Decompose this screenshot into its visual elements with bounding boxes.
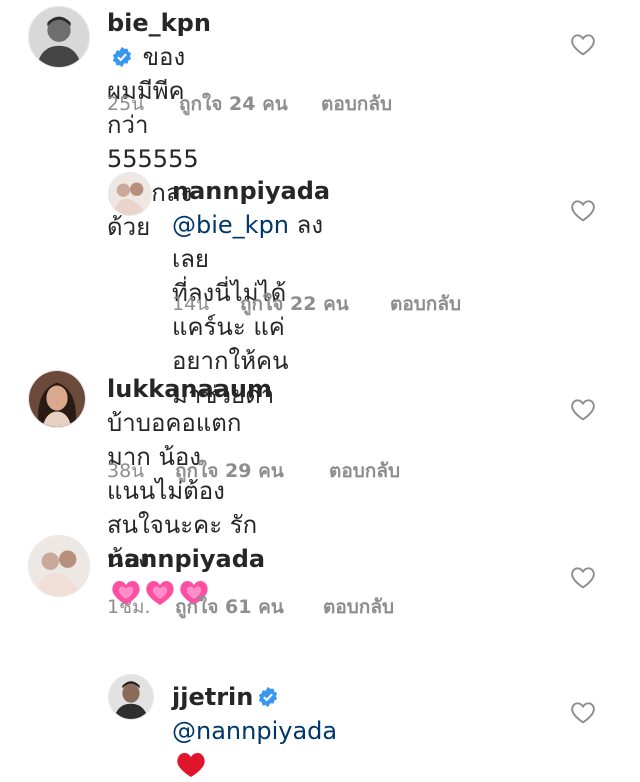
comment-time: 14น [172, 293, 210, 315]
likes-count[interactable]: ถูกใจ 29 คน [175, 456, 329, 486]
avatar[interactable] [28, 370, 86, 428]
like-heart-icon[interactable] [570, 198, 596, 222]
avatar[interactable] [108, 172, 152, 216]
avatar[interactable] [28, 6, 90, 68]
user-photo-icon [109, 173, 151, 215]
user-photo-icon [29, 536, 89, 596]
comment-username[interactable]: bie_kpn [107, 9, 211, 37]
comment-time: 1ชม. [107, 596, 151, 618]
reply-button[interactable]: ตอบกลับ [321, 89, 392, 119]
avatar[interactable] [28, 535, 90, 597]
comment-username[interactable]: nannpiyada [172, 177, 330, 205]
verified-badge-icon [259, 686, 278, 708]
like-heart-icon[interactable] [570, 397, 596, 421]
likes-count[interactable]: ถูกใจ 22 คน [240, 289, 390, 319]
reply-button[interactable]: ตอบกลับ [323, 592, 394, 622]
avatar[interactable] [108, 674, 154, 720]
mention-link[interactable]: @nannpiyada [172, 717, 337, 745]
like-heart-icon[interactable] [570, 700, 596, 724]
user-photo-icon [109, 675, 153, 719]
comment-username[interactable]: jjetrin [172, 683, 253, 711]
likes-count[interactable]: ถูกใจ 24 คน [179, 89, 321, 119]
red-heart-emoji-icon [177, 753, 205, 777]
mention-link[interactable]: @bie_kpn [172, 211, 289, 239]
verified-badge-icon [112, 46, 132, 68]
comment-username[interactable]: nannpiyada [107, 545, 265, 573]
user-photo-icon [29, 371, 85, 427]
comment-time: 25น [107, 93, 145, 115]
reply-button[interactable]: ตอบกลับ [390, 289, 461, 319]
user-photo-icon [29, 7, 89, 67]
like-heart-icon[interactable] [570, 32, 596, 56]
likes-count[interactable]: ถูกใจ 61 คน [175, 592, 323, 622]
comment-time: 38น [107, 460, 145, 482]
reply-button[interactable]: ตอบกลับ [329, 456, 400, 486]
comment-username[interactable]: lukkanaaum [107, 375, 272, 403]
like-heart-icon[interactable] [570, 565, 596, 589]
